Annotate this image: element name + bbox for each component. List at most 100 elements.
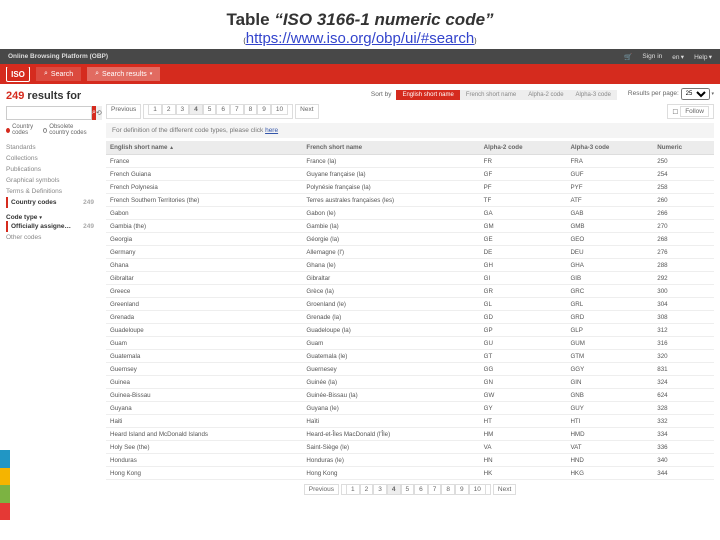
col-header[interactable]: Numeric	[653, 141, 714, 155]
platform-name: Online Browsing Platform (OBP)	[8, 53, 108, 60]
table-cell: Guinée-Bissau (la)	[302, 389, 479, 402]
col-header[interactable]: Alpha-3 code	[566, 141, 653, 155]
table-row[interactable]: HaitiHaïtiHTHTI332	[106, 415, 714, 428]
table-cell: GGY	[566, 363, 653, 376]
search-input[interactable]	[6, 106, 92, 120]
sort-chip[interactable]: English short name	[396, 90, 459, 100]
pager-prev[interactable]: Previous	[106, 104, 141, 119]
pager-page[interactable]: 10	[271, 104, 288, 115]
table-row[interactable]: GuatemalaGuatemala (le)GTGTM320	[106, 350, 714, 363]
table-cell: Allemagne (l')	[302, 246, 479, 259]
table-row[interactable]: FranceFrance (la)FRFRA250	[106, 155, 714, 168]
rpp-select[interactable]: 25	[681, 88, 710, 100]
table-row[interactable]: GeorgiaGéorgie (la)GEGEO268	[106, 233, 714, 246]
table-row[interactable]: French PolynesiaPolynésie française (la)…	[106, 181, 714, 194]
sidebar-item[interactable]: Other codes	[6, 232, 94, 243]
sidebar-item[interactable]: Standards	[6, 142, 94, 153]
search-wrap: ⌕ ⟲	[6, 106, 94, 120]
pager-page[interactable]: 3	[373, 484, 387, 495]
tab-search[interactable]: ⌕ Search	[36, 67, 81, 81]
sort-bar: Sort by English short nameFrench short n…	[106, 88, 714, 100]
iso-logo[interactable]: ISO	[6, 66, 30, 82]
table-cell: Honduras (le)	[302, 454, 479, 467]
table-cell: PYF	[566, 181, 653, 194]
table-row[interactable]: Hong KongHong KongHKHKG344	[106, 467, 714, 480]
sidebar-item[interactable]: Terms & Definitions	[6, 186, 94, 197]
pager-page[interactable]: 7	[230, 104, 244, 115]
signin-link[interactable]: Sign in	[642, 53, 662, 61]
table-row[interactable]: French GuianaGuyane française (la)GFGUF2…	[106, 168, 714, 181]
search-icon: ⌕	[44, 70, 48, 78]
table-cell: 624	[653, 389, 714, 402]
table-row[interactable]: Gambia (the)Gambie (la)GMGMB270	[106, 220, 714, 233]
sort-chip[interactable]: Alpha-3 code	[570, 90, 617, 100]
pager-page[interactable]: 5	[203, 104, 217, 115]
pager-page[interactable]: 7	[428, 484, 442, 495]
table-row[interactable]: GhanaGhana (le)GHGHA288	[106, 259, 714, 272]
table-row[interactable]: GermanyAllemagne (l')DEDEU276	[106, 246, 714, 259]
table-cell: Guatemala	[106, 350, 302, 363]
table-row[interactable]: Holy See (the)Saint-Siège (le)VAVAT336	[106, 441, 714, 454]
col-header[interactable]: English short name ▲	[106, 141, 302, 155]
radio-obsolete-codes[interactable]: Obsolete country codes	[43, 124, 94, 136]
title-url-link[interactable]: https://www.iso.org/obp/ui/#search	[246, 30, 474, 47]
pager-page[interactable]: 5	[401, 484, 415, 495]
table-cell: VA	[480, 441, 567, 454]
sidebar-group-codetype[interactable]: Code type ▾	[6, 214, 94, 221]
table-row[interactable]: GuamGuamGUGUM316	[106, 337, 714, 350]
table-row[interactable]: GrenadaGrenade (la)GDGRD308	[106, 311, 714, 324]
pager-page[interactable]: 1	[148, 104, 162, 115]
table-row[interactable]: GabonGabon (le)GAGAB266	[106, 207, 714, 220]
tab-search-results[interactable]: ⌕ Search results ▾	[87, 67, 160, 81]
table-row[interactable]: HondurasHonduras (le)HNHND340	[106, 454, 714, 467]
help-menu[interactable]: Help ▾	[694, 53, 712, 61]
radio-country-codes[interactable]: Country codes	[6, 124, 39, 136]
title-prefix: Table	[226, 10, 274, 29]
pager-page[interactable]: 8	[441, 484, 455, 495]
lang-menu[interactable]: en ▾	[672, 53, 684, 61]
sort-chip[interactable]: French short name	[460, 90, 522, 100]
pager-page[interactable]: 2	[162, 104, 176, 115]
note-link[interactable]: here	[265, 127, 278, 134]
pager-prev[interactable]: Previous	[304, 484, 339, 495]
pager-page[interactable]: 10	[469, 484, 486, 495]
pager-page[interactable]: 6	[414, 484, 428, 495]
table-row[interactable]: GuernseyGuerneseyGGGGY831	[106, 363, 714, 376]
sidebar-item[interactable]: Collections	[6, 153, 94, 164]
table-row[interactable]: GuyanaGuyana (le)GYGUY328	[106, 402, 714, 415]
table-row[interactable]: GuineaGuinée (la)GNGIN324	[106, 376, 714, 389]
table-cell: Gambia (the)	[106, 220, 302, 233]
pager-next[interactable]: Next	[493, 484, 516, 495]
table-row[interactable]: Heard Island and McDonald IslandsHeard-e…	[106, 428, 714, 441]
sort-chip[interactable]: Alpha-2 code	[522, 90, 569, 100]
col-header[interactable]: French short name	[302, 141, 479, 155]
cart-icon[interactable]: 🛒	[624, 53, 632, 61]
table-row[interactable]: Guinea-BissauGuinée-Bissau (la)GWGNB624	[106, 389, 714, 402]
pager-page[interactable]: 2	[360, 484, 374, 495]
table-cell: Honduras	[106, 454, 302, 467]
pager-page[interactable]: 4	[189, 104, 203, 115]
col-header[interactable]: Alpha-2 code	[480, 141, 567, 155]
table-row[interactable]: GreenlandGroenland (le)GLGRL304	[106, 298, 714, 311]
table-row[interactable]: GuadeloupeGuadeloupe (la)GPGLP312	[106, 324, 714, 337]
pager-page[interactable]: 3	[176, 104, 190, 115]
pager-page[interactable]: 8	[244, 104, 258, 115]
table-cell: Géorgie (la)	[302, 233, 479, 246]
follow-toggle[interactable]: ☐ Follow	[667, 104, 714, 119]
pager-page[interactable]: 9	[455, 484, 469, 495]
pager-next[interactable]: Next	[295, 104, 318, 119]
pager-page[interactable]: 4	[387, 484, 401, 495]
table-cell: 316	[653, 337, 714, 350]
sidebar-item[interactable]: Country codes249	[6, 197, 94, 208]
table-row[interactable]: GibraltarGibraltarGIGIB292	[106, 272, 714, 285]
sidebar-item[interactable]: Publications	[6, 164, 94, 175]
sidebar-item[interactable]: Graphical symbols	[6, 175, 94, 186]
table-row[interactable]: French Southern Territories (the)Terres …	[106, 194, 714, 207]
sidebar-item[interactable]: Officially assigne…249	[6, 221, 94, 232]
table-cell: GNB	[566, 389, 653, 402]
pager-bottom: Previous 12345678910 Next	[106, 484, 714, 495]
table-row[interactable]: GreeceGrèce (la)GRGRC300	[106, 285, 714, 298]
pager-page[interactable]: 9	[257, 104, 271, 115]
pager-page[interactable]: 1	[346, 484, 360, 495]
pager-page[interactable]: 6	[216, 104, 230, 115]
